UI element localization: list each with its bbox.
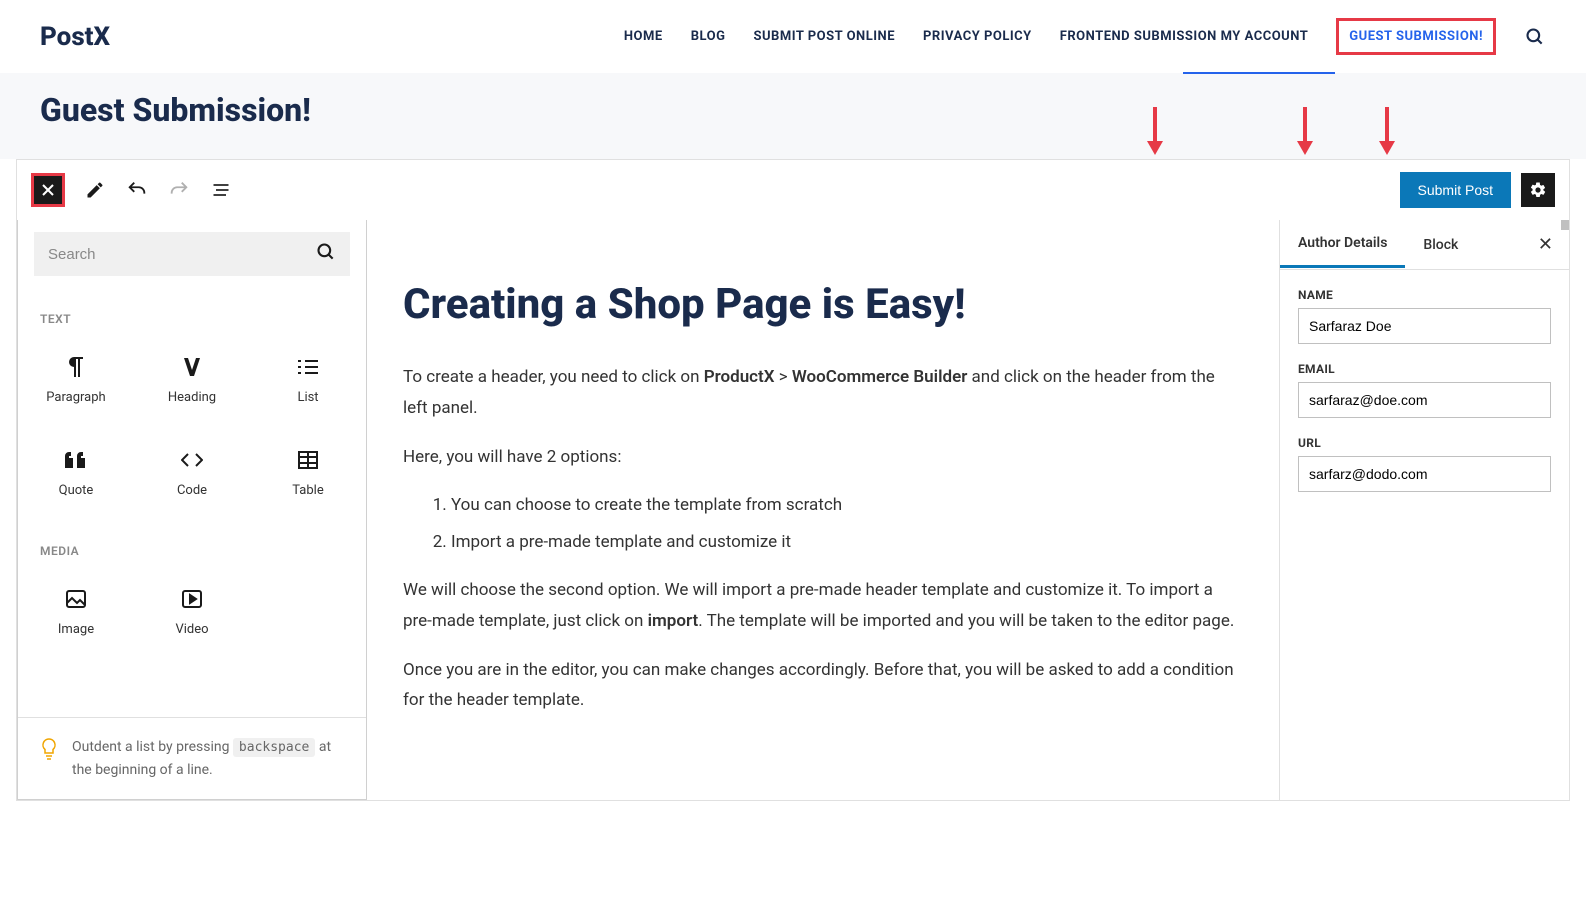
- block-image[interactable]: Image: [18, 566, 134, 659]
- nav-home[interactable]: HOME: [624, 29, 663, 44]
- submit-post-button[interactable]: Submit Post: [1400, 172, 1511, 208]
- url-label: URL: [1298, 436, 1551, 450]
- block-code[interactable]: Code: [134, 427, 250, 520]
- media-blocks-grid: Image Video: [18, 566, 366, 659]
- email-label: EMAIL: [1298, 362, 1551, 376]
- nav-menu: HOME BLOG SUBMIT POST ONLINE PRIVACY POL…: [624, 18, 1546, 55]
- post-title[interactable]: Creating a Shop Page is Easy!: [403, 280, 1243, 330]
- post-body[interactable]: To create a header, you need to click on…: [403, 362, 1243, 715]
- paragraph-icon: [67, 356, 85, 378]
- name-label: NAME: [1298, 288, 1551, 302]
- url-field[interactable]: [1298, 456, 1551, 492]
- sidebar-tabs: Author Details Block ✕: [1280, 220, 1569, 270]
- code-icon: [181, 449, 203, 471]
- tip-text: Outdent a list by pressing backspace at …: [72, 736, 344, 781]
- document-outline-icon[interactable]: [209, 178, 233, 202]
- image-icon: [66, 588, 86, 610]
- list-icon: [298, 356, 318, 378]
- section-label-text: TEXT: [18, 288, 366, 334]
- search-icon[interactable]: [1524, 26, 1546, 48]
- text-blocks-grid: Paragraph Heading List Quote Code: [18, 334, 366, 520]
- block-quote[interactable]: Quote: [18, 427, 134, 520]
- block-label: Table: [292, 483, 323, 498]
- site-header: PostX HOME BLOG SUBMIT POST ONLINE PRIVA…: [0, 0, 1586, 73]
- editor-container: Submit Post TEXT Paragraph: [16, 159, 1570, 801]
- video-icon: [182, 588, 202, 610]
- settings-button[interactable]: [1521, 173, 1555, 207]
- tab-block[interactable]: Block: [1405, 223, 1476, 267]
- section-label-media: MEDIA: [18, 520, 366, 566]
- nav-submit-post[interactable]: SUBMIT POST ONLINE: [753, 29, 895, 44]
- block-video[interactable]: Video: [134, 566, 250, 659]
- close-inserter-button[interactable]: [31, 173, 65, 207]
- block-label: List: [297, 390, 318, 405]
- block-label: Image: [58, 622, 94, 637]
- block-table[interactable]: Table: [250, 427, 366, 520]
- block-label: Paragraph: [46, 390, 105, 405]
- block-inserter-panel: TEXT Paragraph Heading List Quote: [17, 220, 367, 800]
- page-title-bar: Guest Submission!: [0, 73, 1586, 159]
- nav-blog[interactable]: BLOG: [691, 29, 726, 44]
- block-list[interactable]: List: [250, 334, 366, 427]
- undo-icon[interactable]: [125, 178, 149, 202]
- editor-toolbar: Submit Post: [17, 160, 1569, 220]
- block-label: Video: [175, 622, 208, 637]
- nav-frontend-account[interactable]: FRONTEND SUBMISSION MY ACCOUNT: [1060, 29, 1309, 44]
- name-field[interactable]: [1298, 308, 1551, 344]
- tab-author-details[interactable]: Author Details: [1280, 221, 1405, 268]
- email-field[interactable]: [1298, 382, 1551, 418]
- scroll-indicator: [1561, 220, 1569, 230]
- quote-icon: [65, 449, 87, 471]
- nav-guest-submission[interactable]: GUEST SUBMISSION!: [1336, 18, 1496, 55]
- block-search-box: [34, 232, 350, 276]
- block-label: Quote: [59, 483, 94, 498]
- lightbulb-icon: [40, 738, 58, 764]
- post-content-area[interactable]: Creating a Shop Page is Easy! To create …: [367, 220, 1279, 800]
- editor-body: TEXT Paragraph Heading List Quote: [17, 220, 1569, 800]
- block-label: Code: [177, 483, 207, 498]
- table-icon: [298, 449, 318, 471]
- site-logo[interactable]: PostX: [40, 22, 110, 52]
- block-label: Heading: [168, 390, 216, 405]
- page-title: Guest Submission!: [40, 91, 1546, 129]
- block-paragraph[interactable]: Paragraph: [18, 334, 134, 427]
- sidebar-content: NAME EMAIL URL: [1280, 270, 1569, 528]
- nav-privacy[interactable]: PRIVACY POLICY: [923, 29, 1032, 44]
- tip-box: Outdent a list by pressing backspace at …: [18, 717, 366, 799]
- nav-active-underline: [1183, 72, 1335, 74]
- search-icon[interactable]: [316, 242, 336, 266]
- heading-icon: [184, 356, 200, 378]
- settings-sidebar: Author Details Block ✕ NAME EMAIL URL: [1279, 220, 1569, 800]
- block-heading[interactable]: Heading: [134, 334, 250, 427]
- redo-icon[interactable]: [167, 178, 191, 202]
- search-input[interactable]: [48, 246, 316, 263]
- edit-icon[interactable]: [83, 178, 107, 202]
